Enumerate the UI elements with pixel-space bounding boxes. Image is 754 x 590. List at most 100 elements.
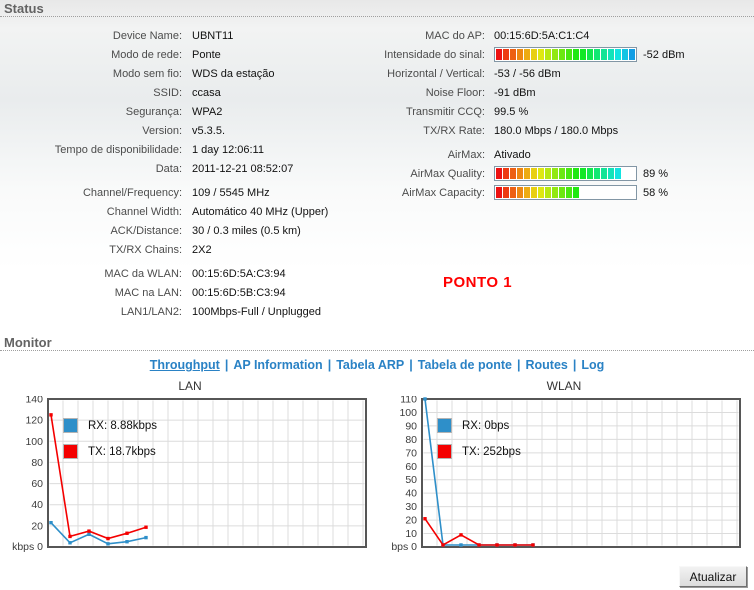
field-value: 30 / 0.3 miles (0.5 km) [192,224,301,237]
field-label: Tempo de disponibilidade: [54,143,182,156]
y-tick-label: 50 [405,474,417,486]
signal-bar-segment [566,168,572,179]
tab-separator: | [409,358,413,372]
field-label: AirMax Capacity: [401,186,485,199]
tab-ap-information[interactable]: AP Information [233,358,322,372]
field-value: ccasa [192,86,221,99]
y-tick-label: 90 [405,420,417,432]
y-tick-label: 60 [405,461,417,473]
field-label: Modo de rede: [111,48,182,61]
field-label: Horizontal / Vertical: [387,67,485,80]
signal-bar-segment [608,168,614,179]
tab-tabela-arp[interactable]: Tabela ARP [336,358,404,372]
signal-bar-segment [594,168,600,179]
y-tick-label: 20 [405,515,417,527]
signal-bar-segment [573,168,579,179]
y-axis-zero-unit-label: kbps 0 [12,541,43,553]
field-label: Noise Floor: [425,86,485,99]
legend-label: RX: 0bps [462,419,510,432]
refresh-button[interactable]: Atualizar [679,566,747,587]
field-value: 00:15:6D:5A:C1:C4 [494,29,590,42]
y-tick-label: 40 [31,499,43,511]
signal-bar-segment [580,49,586,60]
y-tick-label: 100 [25,436,43,448]
signal-bar-segment [594,49,600,60]
right-status-row: AirMax Quality: 89 % [380,164,754,183]
legend-label: TX: 18.7kbps [88,445,156,458]
signal-bar-segment [622,49,628,60]
signal-bar-segment [538,187,544,198]
signal-bar-segment [552,187,558,198]
left-status-row: ACK/Distance: 30 / 0.3 miles (0.5 km) [0,221,380,240]
signal-bar-segment [524,187,530,198]
y-tick-label: 40 [405,488,417,500]
field-label: TX/RX Rate: [423,124,485,137]
y-tick-label: 20 [31,520,43,532]
field-label: AirMax Quality: [410,167,485,180]
legend-item-tx: TX: 252bps [437,443,521,460]
lan-legend: RX: 8.88kbps TX: 18.7kbps [63,417,157,469]
left-status-row: Segurança: WPA2 [0,102,380,121]
signal-bar-segment [601,49,607,60]
field-value: UBNT11 [192,29,234,42]
signal-bar-segment [615,49,621,60]
signal-bar-segment [601,168,607,179]
rx-legend-swatch [437,418,452,433]
left-status-row: Version: v5.3.5. [0,121,380,140]
signal-bar-segment [496,49,502,60]
left-status-row: MAC da WLAN: 00:15:6D:5A:C3:94 [0,264,380,283]
status-section-title: Status [0,0,754,17]
field-value: 99.5 % [494,105,529,118]
left-status-row: Device Name: UBNT11 [0,26,380,45]
tab-separator: | [572,358,577,372]
left-status-row: TX/RX Chains: 2X2 [0,240,380,259]
signal-bar [494,166,637,181]
field-value: 58 % [643,186,669,199]
signal-bar-segment [545,168,551,179]
field-label: Intensidade do sinal: [384,48,485,61]
tab-routes[interactable]: Routes [526,358,568,372]
left-status-row: MAC na LAN: 00:15:6D:5B:C3:94 [0,283,380,302]
signal-bar [494,47,637,62]
y-tick-label: 100 [399,407,417,419]
signal-bar-segment [510,187,516,198]
legend-item-rx: RX: 0bps [437,417,521,434]
charts-area: LAN 140 120 100 80 60 40 20 kbps 0 RX: 8.88kbps TX… [0,377,754,559]
field-label: Data: [155,162,182,175]
signal-bar-segment [538,168,544,179]
signal-bar-segment [573,49,579,60]
signal-bar-segment [566,187,572,198]
y-tick-label: 10 [405,528,417,540]
signal-bar-segment [608,49,614,60]
signal-bar-segment [587,49,593,60]
signal-bar-segment [552,49,558,60]
legend-item-tx: TX: 18.7kbps [63,443,157,460]
y-tick-label: 80 [31,457,43,469]
field-label: MAC na LAN: [114,286,182,299]
field-label: Channel Width: [106,205,182,218]
signal-bar-segment [531,49,537,60]
signal-bar [494,185,637,200]
signal-bar-segment [559,49,565,60]
signal-bar-segment [517,168,523,179]
y-tick-label: 80 [405,434,417,446]
signal-bar-segment [615,168,621,179]
field-value: 109 / 5545 MHz [192,186,270,199]
field-label: Modo sem fio: [112,67,182,80]
signal-bar-segment [531,187,537,198]
signal-bar-segment [524,168,530,179]
field-value: Automático 40 MHz (Upper) [192,205,329,218]
field-value: v5.3.5. [192,124,226,137]
field-label: SSID: [153,86,182,99]
lan-chart-title: LAN [178,379,202,393]
tab-tabela-de-ponte[interactable]: Tabela de ponte [418,358,512,372]
tab-log[interactable]: Log [581,358,604,372]
field-value: 89 % [643,167,669,180]
status-left-column: Device Name: UBNT11 Modo de rede: Ponte Modo… [0,26,380,321]
tab-separator: | [517,358,521,372]
field-value: 1 day 12:06:11 [192,143,264,156]
signal-bar-segment [510,168,516,179]
tab-throughput[interactable]: Throughput [150,358,220,372]
left-status-row: Modo de rede: Ponte [0,45,380,64]
field-value: 180.0 Mbps / 180.0 Mbps [494,124,619,137]
